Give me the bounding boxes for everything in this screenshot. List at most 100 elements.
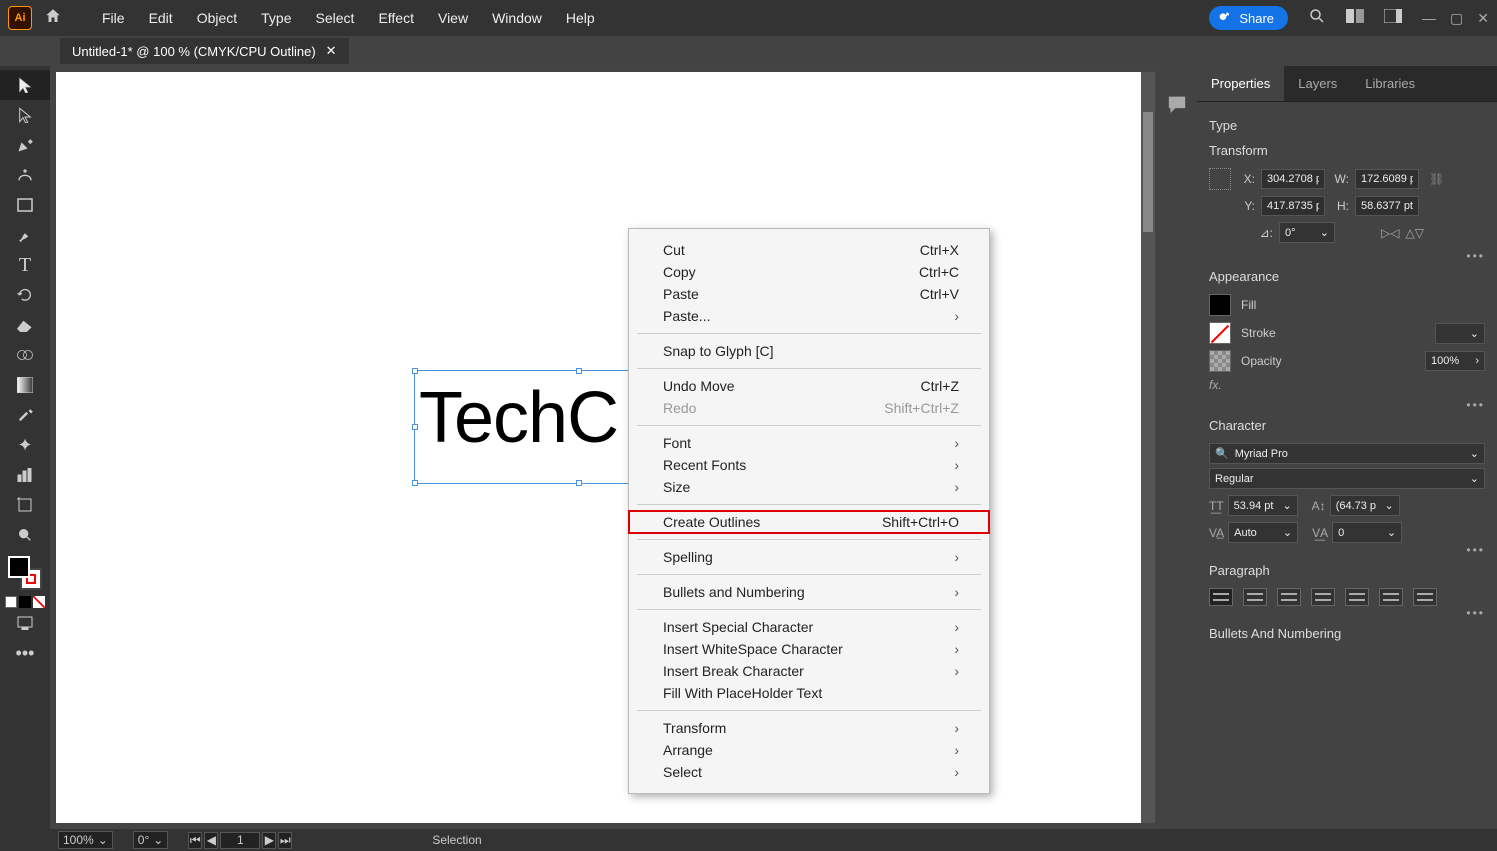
- font-style-field[interactable]: Regular⌄: [1209, 468, 1485, 489]
- menu-view[interactable]: View: [438, 10, 468, 26]
- rotate-tool[interactable]: [0, 280, 50, 310]
- symbol-sprayer-tool[interactable]: ✦: [0, 430, 50, 460]
- transform-more-icon[interactable]: •••: [1466, 249, 1485, 263]
- fx-icon[interactable]: fx.: [1209, 378, 1222, 392]
- ctx-insert-break[interactable]: Insert Break Character›: [629, 660, 989, 682]
- artboard[interactable]: TechC CutCtrl+X CopyCtrl+C PasteCtrl+V P…: [56, 72, 1151, 823]
- eraser-tool[interactable]: [0, 310, 50, 340]
- opacity-field[interactable]: 100%›: [1425, 351, 1485, 371]
- ctx-undo[interactable]: Undo MoveCtrl+Z: [629, 375, 989, 397]
- flip-v-icon[interactable]: △▽: [1405, 226, 1423, 240]
- justify-all-icon[interactable]: [1413, 588, 1437, 606]
- angle-field[interactable]: 0°⌄: [1279, 222, 1335, 243]
- justify-center-icon[interactable]: [1345, 588, 1369, 606]
- paragraph-more-icon[interactable]: •••: [1466, 606, 1485, 620]
- home-icon[interactable]: [44, 7, 62, 30]
- ctx-cut[interactable]: CutCtrl+X: [629, 239, 989, 261]
- flip-h-icon[interactable]: ▷◁: [1381, 226, 1399, 240]
- menu-file[interactable]: File: [102, 10, 125, 26]
- align-left-icon[interactable]: [1209, 588, 1233, 606]
- h-field[interactable]: [1355, 196, 1419, 216]
- appearance-more-icon[interactable]: •••: [1466, 398, 1485, 412]
- share-button[interactable]: Share: [1209, 6, 1288, 30]
- ref-point-icon[interactable]: [1209, 168, 1231, 190]
- rotate-view[interactable]: 0°⌄: [133, 831, 169, 849]
- color-mode-strip[interactable]: [0, 596, 50, 608]
- direct-selection-tool[interactable]: [0, 100, 50, 130]
- menu-type[interactable]: Type: [261, 10, 291, 26]
- ctx-copy[interactable]: CopyCtrl+C: [629, 261, 989, 283]
- opacity-swatch[interactable]: [1209, 350, 1231, 372]
- menu-window[interactable]: Window: [492, 10, 542, 26]
- workspace-icon[interactable]: [1384, 9, 1402, 28]
- maximize-icon[interactable]: ▢: [1450, 10, 1463, 27]
- fill-swatch[interactable]: [1209, 294, 1231, 316]
- artboard-tool[interactable]: [0, 490, 50, 520]
- minimize-icon[interactable]: —: [1422, 10, 1436, 27]
- search-icon[interactable]: [1308, 7, 1326, 30]
- zoom-level[interactable]: 100%⌄: [58, 831, 113, 849]
- y-field[interactable]: [1261, 196, 1325, 216]
- screen-mode-tool[interactable]: [0, 608, 50, 638]
- fill-stroke-swatch[interactable]: [8, 556, 42, 590]
- gradient-tool[interactable]: [0, 370, 50, 400]
- paintbrush-tool[interactable]: [0, 220, 50, 250]
- doc-tab-close-icon[interactable]: ✕: [326, 43, 337, 59]
- ctx-create-outlines[interactable]: Create OutlinesShift+Ctrl+O: [629, 511, 989, 533]
- character-more-icon[interactable]: •••: [1466, 543, 1485, 557]
- leading-field[interactable]: (64.73 p⌄: [1330, 495, 1400, 516]
- ctx-snap-glyph[interactable]: Snap to Glyph [C]: [629, 340, 989, 362]
- artboard-nav[interactable]: ⏮◀ 1 ▶⏭: [188, 832, 292, 849]
- x-field[interactable]: [1261, 169, 1325, 189]
- fill-label: Fill: [1241, 298, 1256, 312]
- ctx-size[interactable]: Size›: [629, 476, 989, 498]
- ctx-recent-fonts[interactable]: Recent Fonts›: [629, 454, 989, 476]
- ctx-spelling[interactable]: Spelling›: [629, 546, 989, 568]
- tab-properties[interactable]: Properties: [1197, 66, 1284, 101]
- menu-select[interactable]: Select: [316, 10, 355, 26]
- ctx-fill-placeholder[interactable]: Fill With PlaceHolder Text: [629, 682, 989, 704]
- type-tool[interactable]: T: [0, 250, 50, 280]
- tab-layers[interactable]: Layers: [1284, 66, 1351, 101]
- constrain-proportions-icon[interactable]: ⛓︎: [1429, 172, 1444, 186]
- align-right-icon[interactable]: [1277, 588, 1301, 606]
- comments-panel-icon[interactable]: [1167, 86, 1187, 122]
- selection-tool[interactable]: [0, 70, 50, 100]
- ctx-bullets[interactable]: Bullets and Numbering›: [629, 581, 989, 603]
- ctx-insert-special[interactable]: Insert Special Character›: [629, 616, 989, 638]
- tab-libraries[interactable]: Libraries: [1351, 66, 1429, 101]
- zoom-tool[interactable]: [0, 520, 50, 550]
- ctx-arrange[interactable]: Arrange›: [629, 739, 989, 761]
- menu-help[interactable]: Help: [566, 10, 595, 26]
- align-center-icon[interactable]: [1243, 588, 1267, 606]
- rectangle-tool[interactable]: [0, 190, 50, 220]
- ctx-font[interactable]: Font›: [629, 432, 989, 454]
- document-tab[interactable]: Untitled-1* @ 100 % (CMYK/CPU Outline) ✕: [60, 38, 349, 64]
- arrange-docs-icon[interactable]: [1346, 9, 1364, 28]
- ctx-transform[interactable]: Transform›: [629, 717, 989, 739]
- stroke-swatch[interactable]: [1209, 322, 1231, 344]
- eyedropper-tool[interactable]: [0, 400, 50, 430]
- curvature-tool[interactable]: [0, 160, 50, 190]
- w-field[interactable]: [1355, 169, 1419, 189]
- ctx-insert-ws[interactable]: Insert WhiteSpace Character›: [629, 638, 989, 660]
- stroke-weight-field[interactable]: ⌄: [1435, 323, 1485, 344]
- ctx-paste-sub[interactable]: Paste...›: [629, 305, 989, 327]
- pen-tool[interactable]: [0, 130, 50, 160]
- menu-effect[interactable]: Effect: [378, 10, 414, 26]
- close-icon[interactable]: ✕: [1477, 10, 1489, 27]
- menu-edit[interactable]: Edit: [149, 10, 173, 26]
- column-graph-tool[interactable]: [0, 460, 50, 490]
- font-family-field[interactable]: 🔍Myriad Pro⌄: [1209, 443, 1485, 464]
- ctx-paste[interactable]: PasteCtrl+V: [629, 283, 989, 305]
- shape-builder-tool[interactable]: [0, 340, 50, 370]
- font-size-field[interactable]: 53.94 pt⌄: [1228, 495, 1298, 516]
- ctx-select[interactable]: Select›: [629, 761, 989, 783]
- menu-object[interactable]: Object: [197, 10, 237, 26]
- kerning-field[interactable]: Auto⌄: [1228, 522, 1298, 543]
- justify-left-icon[interactable]: [1311, 588, 1335, 606]
- tracking-field[interactable]: 0⌄: [1332, 522, 1402, 543]
- vertical-scrollbar[interactable]: [1141, 72, 1155, 823]
- edit-toolbar-icon[interactable]: •••: [0, 638, 50, 668]
- justify-right-icon[interactable]: [1379, 588, 1403, 606]
